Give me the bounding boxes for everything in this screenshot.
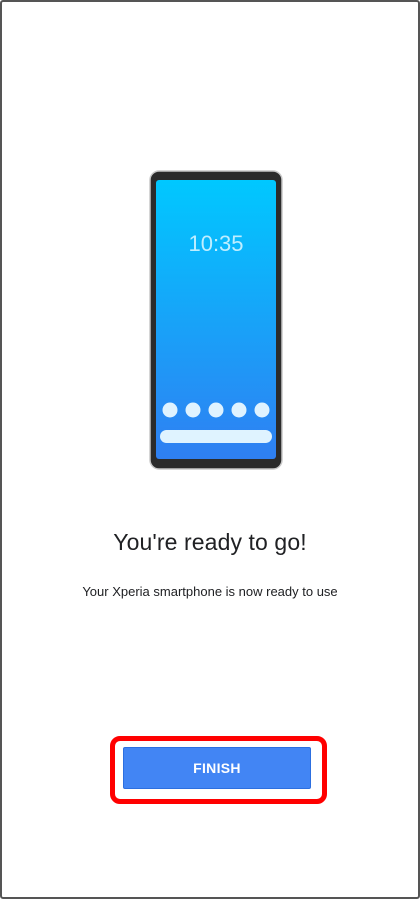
dock-dot: [185, 402, 201, 418]
phone-clock: 10:35: [188, 231, 243, 256]
phone-illustration: 10:35: [149, 170, 283, 470]
setup-screen: 10:35 You're ready to go! Your Xperia sm…: [0, 0, 420, 899]
dock-dot: [208, 402, 224, 418]
dock-dot: [254, 402, 270, 418]
dock-dot: [162, 402, 178, 418]
dock-dot: [231, 402, 247, 418]
dock-bar: [160, 430, 272, 443]
page-subtitle: Your Xperia smartphone is now ready to u…: [82, 584, 338, 599]
finish-button[interactable]: FINISH: [123, 747, 311, 789]
page-title: You're ready to go!: [113, 529, 307, 555]
